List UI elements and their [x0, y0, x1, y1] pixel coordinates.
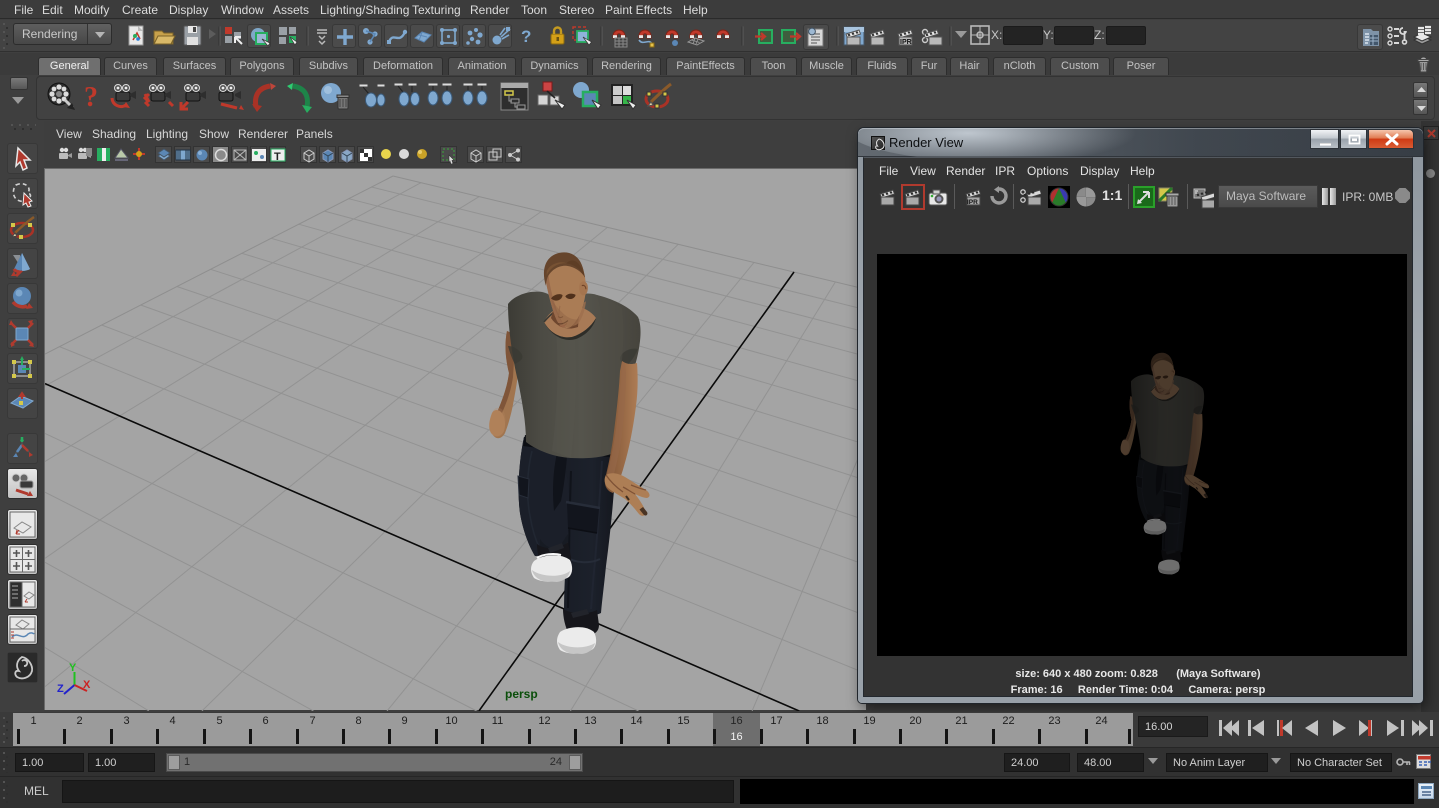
- svg-text:IPR: IPR: [967, 199, 978, 206]
- svg-text:?: ?: [521, 27, 531, 46]
- svg-text:IPR: IPR: [900, 39, 912, 46]
- svg-text:X: X: [83, 679, 91, 691]
- svg-text:T: T: [274, 151, 281, 163]
- svg-text:Z: Z: [57, 683, 64, 695]
- svg-text:Y: Y: [69, 662, 77, 674]
- svg-text:?: ?: [84, 82, 98, 113]
